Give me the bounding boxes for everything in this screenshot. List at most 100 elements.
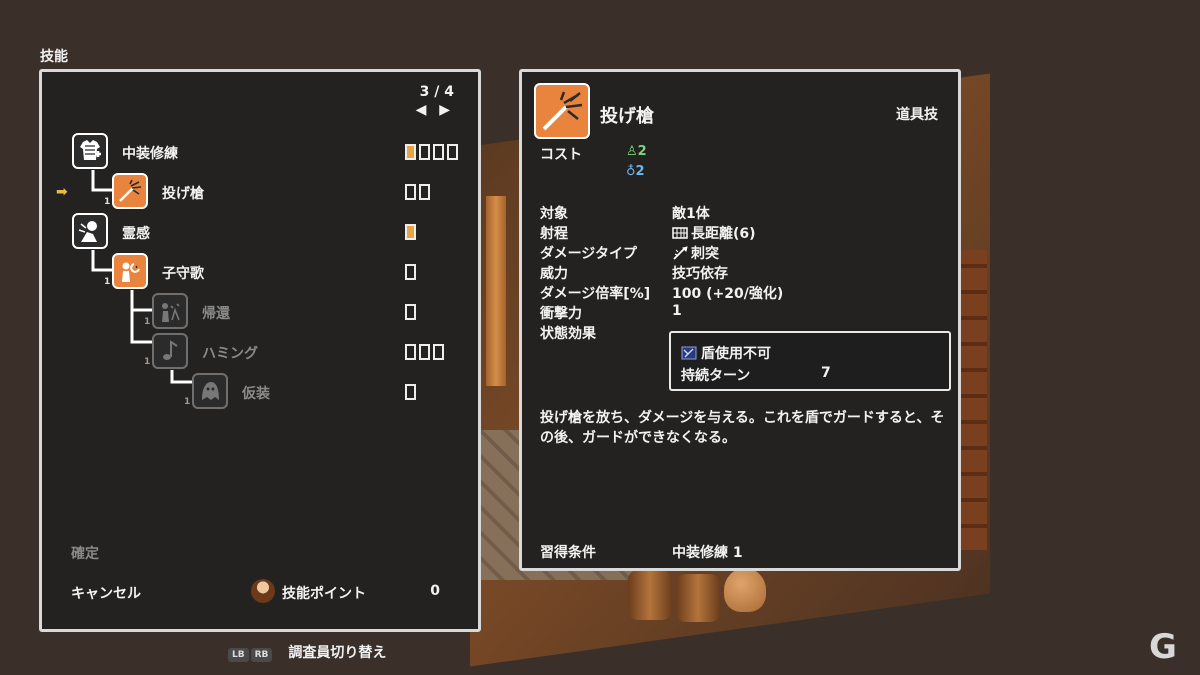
- skill-type: 道具技: [896, 107, 938, 123]
- stat-value: 敵1体: [672, 203, 710, 223]
- skill-pip: [419, 344, 430, 360]
- stat-key: 状態効果: [540, 326, 596, 342]
- switch-investigator-hint[interactable]: LB RB 調査員切り替え: [228, 642, 386, 662]
- skill-row[interactable]: 1 子守歌: [72, 253, 452, 289]
- requirement-label: 習得条件: [540, 545, 596, 561]
- skill-row[interactable]: 1 投げ槍: [72, 173, 452, 209]
- stat-row: ダメージタイプ 刺突: [540, 243, 950, 263]
- range-icon: [672, 227, 688, 239]
- skill-level: 1: [104, 197, 111, 207]
- skill-pip: [447, 144, 458, 160]
- skill-pip: [419, 144, 430, 160]
- stat-value-text: 刺突: [691, 246, 719, 262]
- disguise-icon: [192, 373, 228, 409]
- humming-icon: [152, 333, 188, 369]
- cancel-button[interactable]: キャンセル: [71, 583, 141, 603]
- stat-key: ダメージ倍率[%]: [540, 286, 651, 302]
- skill-row[interactable]: 1 仮装: [72, 373, 452, 409]
- duration-label: 持続ターン: [681, 368, 751, 384]
- rb-button-icon[interactable]: RB: [250, 648, 273, 662]
- section-title: 技能: [40, 49, 68, 65]
- return-icon: [152, 293, 188, 329]
- skill-pip: [433, 344, 444, 360]
- skill-pips: [405, 224, 416, 240]
- cost-label: コスト: [540, 147, 582, 163]
- stat-value-text: 100 (+20/強化): [672, 286, 784, 302]
- throw-spear-icon: [534, 83, 590, 139]
- skill-name: 仮装: [242, 386, 270, 402]
- skill-tree-panel: 3 / 4 ◀ ▶ ➡ 中装修練 1 投げ槍 霊感 1 子守歌 1 帰還 1 ハ…: [39, 69, 481, 632]
- skill-pip: [419, 184, 430, 200]
- page-arrows[interactable]: ◀ ▶: [416, 102, 454, 118]
- skill-pips: [405, 304, 416, 320]
- stat-row: 衝撃力 1: [540, 303, 950, 323]
- skill-row[interactable]: 1 ハミング: [72, 333, 452, 369]
- skill-points-label: 技能ポイント: [282, 586, 366, 602]
- skill-level: 1: [144, 317, 151, 327]
- skill-pip: [405, 344, 416, 360]
- barrel: [676, 574, 720, 622]
- page-indicator: 3 / 4: [419, 84, 454, 100]
- skill-pips: [405, 184, 430, 200]
- skill-row[interactable]: 霊感: [72, 213, 452, 249]
- sack: [724, 568, 766, 612]
- stat-row: 射程 長距離(6): [540, 223, 950, 243]
- confirm-button[interactable]: 確定: [71, 543, 99, 563]
- stat-value: 100 (+20/強化): [672, 283, 783, 303]
- stamina-icon: ♙: [626, 144, 638, 159]
- requirement-value: 中装修練 1: [672, 545, 743, 561]
- skill-level: 1: [104, 277, 111, 287]
- lb-button-icon[interactable]: LB: [228, 648, 249, 662]
- status-effect-name-text: 盾使用不可: [701, 346, 771, 362]
- skill-level: 1: [144, 357, 151, 367]
- pierce-icon: [673, 246, 688, 260]
- switch-investigator-label: 調査員切り替え: [288, 645, 387, 661]
- skill-pip: [433, 144, 444, 160]
- status-effect-name: 盾使用不可: [681, 343, 771, 363]
- stat-value: 刺突: [672, 243, 719, 263]
- duration-value: 7: [821, 365, 831, 381]
- stat-value-text: 技巧依存: [672, 266, 728, 282]
- skill-pip: [405, 144, 416, 160]
- room-pillar: [486, 196, 506, 386]
- skill-name: ハミング: [202, 346, 258, 362]
- stat-key: 威力: [540, 266, 568, 282]
- stat-key: ダメージタイプ: [540, 246, 638, 262]
- stat-row: ダメージ倍率[%] 100 (+20/強化): [540, 283, 950, 303]
- armor-training-icon: [72, 133, 108, 169]
- skill-name: 霊感: [122, 226, 150, 242]
- mana-icon: ♁: [626, 164, 636, 179]
- skill-name: 子守歌: [162, 266, 204, 282]
- lullaby-icon: [112, 253, 148, 289]
- throw-spear-icon: [112, 173, 148, 209]
- skill-pips: [405, 144, 458, 160]
- skill-name: 帰還: [202, 306, 230, 322]
- cost-mana-value: 2: [635, 164, 645, 179]
- skill-pip: [405, 184, 416, 200]
- stat-key: 射程: [540, 226, 568, 242]
- skill-pips: [405, 344, 444, 360]
- skill-row[interactable]: 中装修練: [72, 133, 458, 169]
- cost-mana: ♁2: [626, 164, 645, 179]
- cost-stamina-value: 2: [637, 144, 647, 159]
- shield-broken-icon: [681, 346, 697, 360]
- skill-detail-panel: 投げ槍 道具技 コスト ♙2 ♁2 対象 敵1体 射程 長距離(6) ダメージタ…: [519, 69, 961, 571]
- stat-value: 長距離(6): [672, 223, 756, 243]
- skill-name: 中装修練: [122, 146, 178, 162]
- stat-key: 衝撃力: [540, 306, 582, 322]
- skill-level: 1: [184, 397, 191, 407]
- status-effect-box: 盾使用不可 持続ターン 7: [669, 331, 951, 391]
- skill-pips: [405, 264, 416, 280]
- stat-value-text: 長距離(6): [691, 226, 756, 242]
- skill-pip: [405, 304, 416, 320]
- skill-pips: [405, 384, 416, 400]
- skill-row[interactable]: 1 帰還: [72, 293, 452, 329]
- avatar: [251, 579, 275, 603]
- inspiration-icon: [72, 213, 108, 249]
- stat-row: 威力 技巧依存: [540, 263, 950, 283]
- pager: 3 / 4 ◀ ▶: [416, 84, 454, 118]
- skill-pip: [405, 224, 416, 240]
- skill-name: 投げ槍: [162, 186, 204, 202]
- barrel: [628, 570, 672, 620]
- stat-value: 1: [672, 303, 682, 319]
